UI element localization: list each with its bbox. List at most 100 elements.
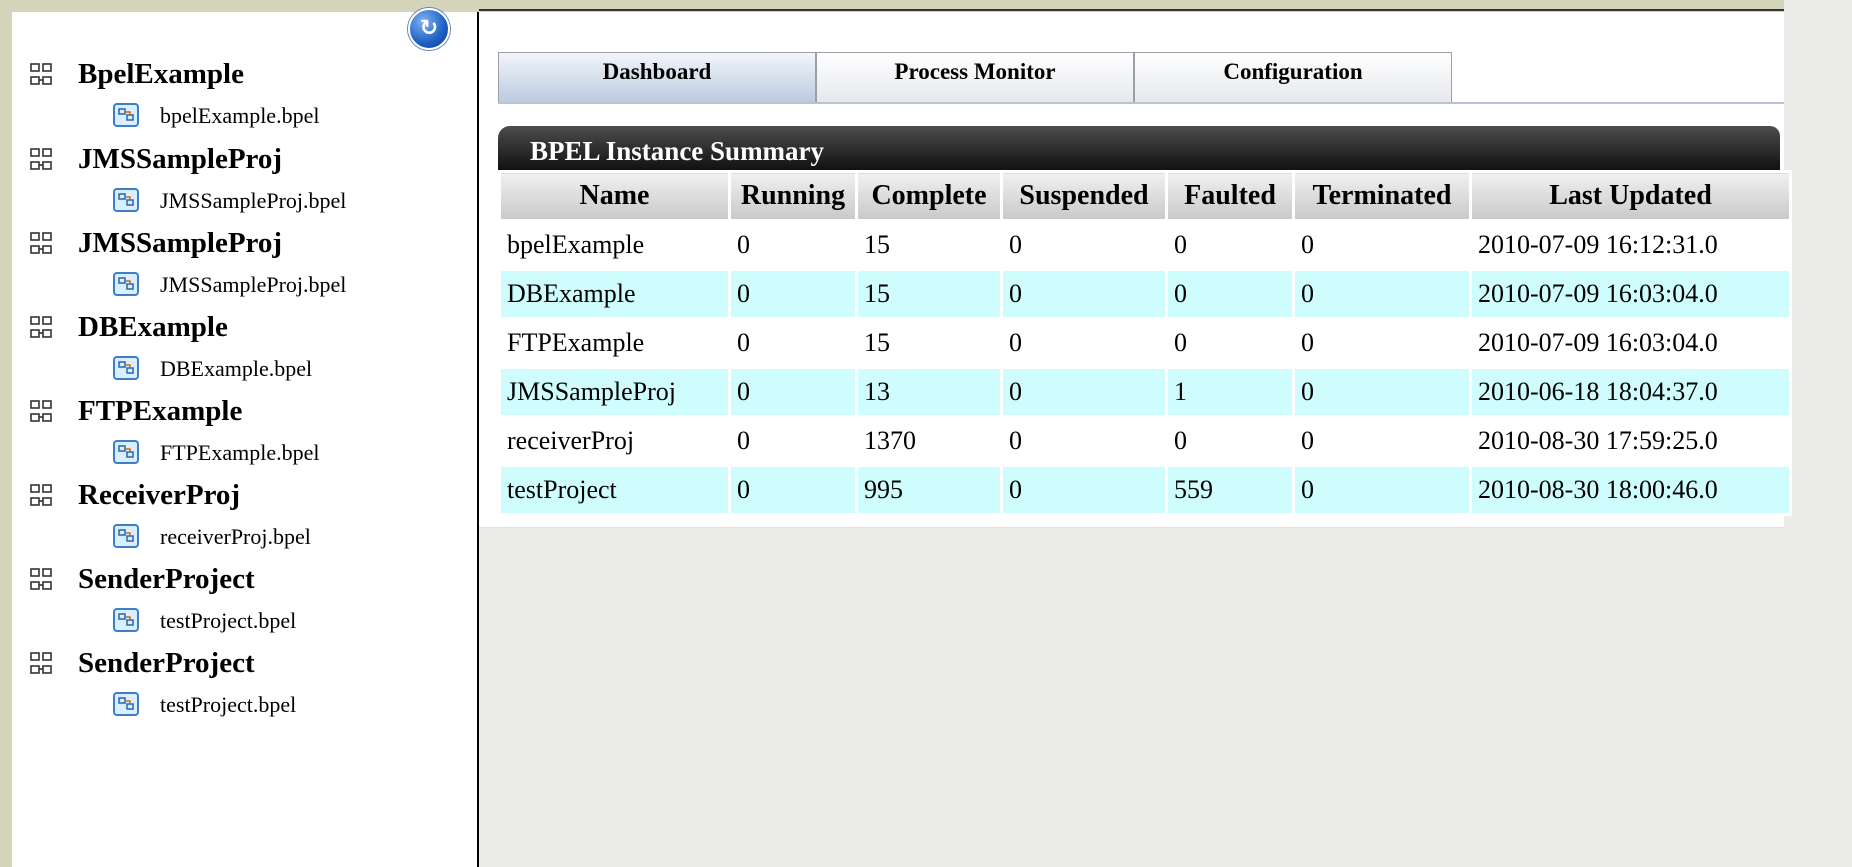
instance-summary-table: Name Running Complete Suspended Faulted …: [498, 170, 1792, 516]
cell-terminated: 0: [1292, 464, 1472, 516]
cell-last-updated: 2010-08-30 17:59:25.0: [1469, 415, 1792, 467]
tree-file-node[interactable]: JMSSampleProj.bpel: [112, 187, 346, 215]
bpel-file-icon: [112, 523, 142, 551]
cell-suspended: 0: [1000, 268, 1168, 320]
tree-project-label: JMSSampleProj: [78, 143, 283, 175]
tab-dashboard[interactable]: Dashboard: [498, 52, 816, 102]
project-tree-icon: [30, 651, 54, 677]
table-row[interactable]: DBExample 0 15 0 0 0 2010-07-09 16:03:04…: [498, 268, 1792, 320]
cell-complete: 15: [855, 268, 1003, 320]
table-row[interactable]: bpelExample 0 15 0 0 0 2010-07-09 16:12:…: [498, 219, 1792, 271]
project-tree-icon: [30, 315, 54, 341]
cell-running: 0: [728, 464, 858, 516]
cell-complete: 995: [855, 464, 1003, 516]
column-header-complete[interactable]: Complete: [855, 170, 1003, 222]
table-row[interactable]: JMSSampleProj 0 13 0 1 0 2010-06-18 18:0…: [498, 366, 1792, 418]
content-bottom-edge: [479, 527, 1784, 528]
tree-file-node[interactable]: bpelExample.bpel: [112, 102, 319, 130]
tree-file-node[interactable]: JMSSampleProj.bpel: [112, 271, 346, 299]
cell-suspended: 0: [1000, 366, 1168, 418]
tab-process-monitor[interactable]: Process Monitor: [816, 52, 1134, 102]
tree-file-node[interactable]: receiverProj.bpel: [112, 523, 311, 551]
project-tree-icon: [30, 399, 54, 425]
cell-last-updated: 2010-08-30 18:00:46.0: [1469, 464, 1792, 516]
tree-project-label: DBExample: [78, 311, 228, 343]
bpel-file-icon: [112, 691, 142, 719]
column-header-faulted[interactable]: Faulted: [1165, 170, 1295, 222]
tree-file-label: FTPExample.bpel: [160, 440, 320, 465]
bpel-file-icon: [112, 607, 142, 635]
cell-suspended: 0: [1000, 415, 1168, 467]
cell-name: DBExample: [498, 268, 731, 320]
column-header-last-updated[interactable]: Last Updated: [1469, 170, 1792, 222]
window-left-band: [0, 0, 12, 867]
cell-faulted: 0: [1165, 268, 1295, 320]
tree-file-label: testProject.bpel: [160, 608, 297, 633]
app-logo-icon[interactable]: ↻: [408, 8, 450, 50]
tab-underline: [498, 102, 1784, 104]
cell-faulted: 0: [1165, 415, 1295, 467]
tree-file-node[interactable]: testProject.bpel: [112, 607, 296, 635]
cell-last-updated: 2010-07-09 16:12:31.0: [1469, 219, 1792, 271]
tree-project-node[interactable]: BpelExample: [30, 58, 244, 91]
tree-project-label: JMSSampleProj: [78, 227, 283, 259]
tree-file-label: bpelExample.bpel: [160, 103, 320, 128]
bpel-file-icon: [112, 439, 142, 467]
table-row[interactable]: receiverProj 0 1370 0 0 0 2010-08-30 17:…: [498, 415, 1792, 467]
tree-project-label: SenderProject: [78, 563, 255, 595]
tree-project-node[interactable]: SenderProject: [30, 563, 255, 596]
table-row[interactable]: testProject 0 995 0 559 0 2010-08-30 18:…: [498, 464, 1792, 516]
tree-project-node[interactable]: DBExample: [30, 311, 228, 344]
cell-faulted: 0: [1165, 317, 1295, 369]
column-header-suspended[interactable]: Suspended: [1000, 170, 1168, 222]
tree-project-node[interactable]: FTPExample: [30, 395, 242, 428]
column-header-terminated[interactable]: Terminated: [1292, 170, 1472, 222]
bpel-file-icon: [112, 187, 142, 215]
tree-project-node[interactable]: JMSSampleProj: [30, 143, 282, 176]
tree-file-node[interactable]: FTPExample.bpel: [112, 439, 319, 467]
cell-last-updated: 2010-07-09 16:03:04.0: [1469, 317, 1792, 369]
table-header-row: Name Running Complete Suspended Faulted …: [498, 170, 1792, 222]
tree-file-label: JMSSampleProj.bpel: [160, 272, 347, 297]
cell-terminated: 0: [1292, 219, 1472, 271]
cell-complete: 15: [855, 317, 1003, 369]
column-header-running[interactable]: Running: [728, 170, 858, 222]
cell-terminated: 0: [1292, 317, 1472, 369]
cell-faulted: 1: [1165, 366, 1295, 418]
main-empty-area: [479, 527, 1784, 867]
tree-file-node[interactable]: DBExample.bpel: [112, 355, 312, 383]
project-tree-icon: [30, 567, 54, 593]
tree-file-label: receiverProj.bpel: [160, 524, 311, 549]
tree-file-label: DBExample.bpel: [160, 356, 313, 381]
project-tree-icon: [30, 483, 54, 509]
table-row[interactable]: FTPExample 0 15 0 0 0 2010-07-09 16:03:0…: [498, 317, 1792, 369]
cell-faulted: 0: [1165, 219, 1295, 271]
tree-project-node[interactable]: SenderProject: [30, 647, 255, 680]
project-tree-icon: [30, 62, 54, 88]
main-top-border: [479, 9, 1784, 11]
project-tree-icon: [30, 147, 54, 173]
cell-terminated: 0: [1292, 366, 1472, 418]
tree-file-label: testProject.bpel: [160, 692, 297, 717]
cell-last-updated: 2010-06-18 18:04:37.0: [1469, 366, 1792, 418]
cell-name: receiverProj: [498, 415, 731, 467]
tab-bar: Dashboard Process Monitor Configuration: [498, 52, 1452, 102]
bpel-file-icon: [112, 102, 142, 130]
cell-running: 0: [728, 415, 858, 467]
cell-name: FTPExample: [498, 317, 731, 369]
tab-configuration[interactable]: Configuration: [1134, 52, 1452, 102]
cell-complete: 13: [855, 366, 1003, 418]
cell-terminated: 0: [1292, 268, 1472, 320]
cell-running: 0: [728, 366, 858, 418]
tree-file-label: JMSSampleProj.bpel: [160, 188, 347, 213]
tree-project-node[interactable]: ReceiverProj: [30, 479, 240, 512]
cell-name: bpelExample: [498, 219, 731, 271]
column-header-name[interactable]: Name: [498, 170, 731, 222]
tree-project-label: SenderProject: [78, 647, 255, 679]
tree-file-node[interactable]: testProject.bpel: [112, 691, 296, 719]
project-tree-icon: [30, 231, 54, 257]
cell-suspended: 0: [1000, 317, 1168, 369]
cell-name: JMSSampleProj: [498, 366, 731, 418]
right-margin: [1784, 0, 1852, 867]
tree-project-node[interactable]: JMSSampleProj: [30, 227, 282, 260]
